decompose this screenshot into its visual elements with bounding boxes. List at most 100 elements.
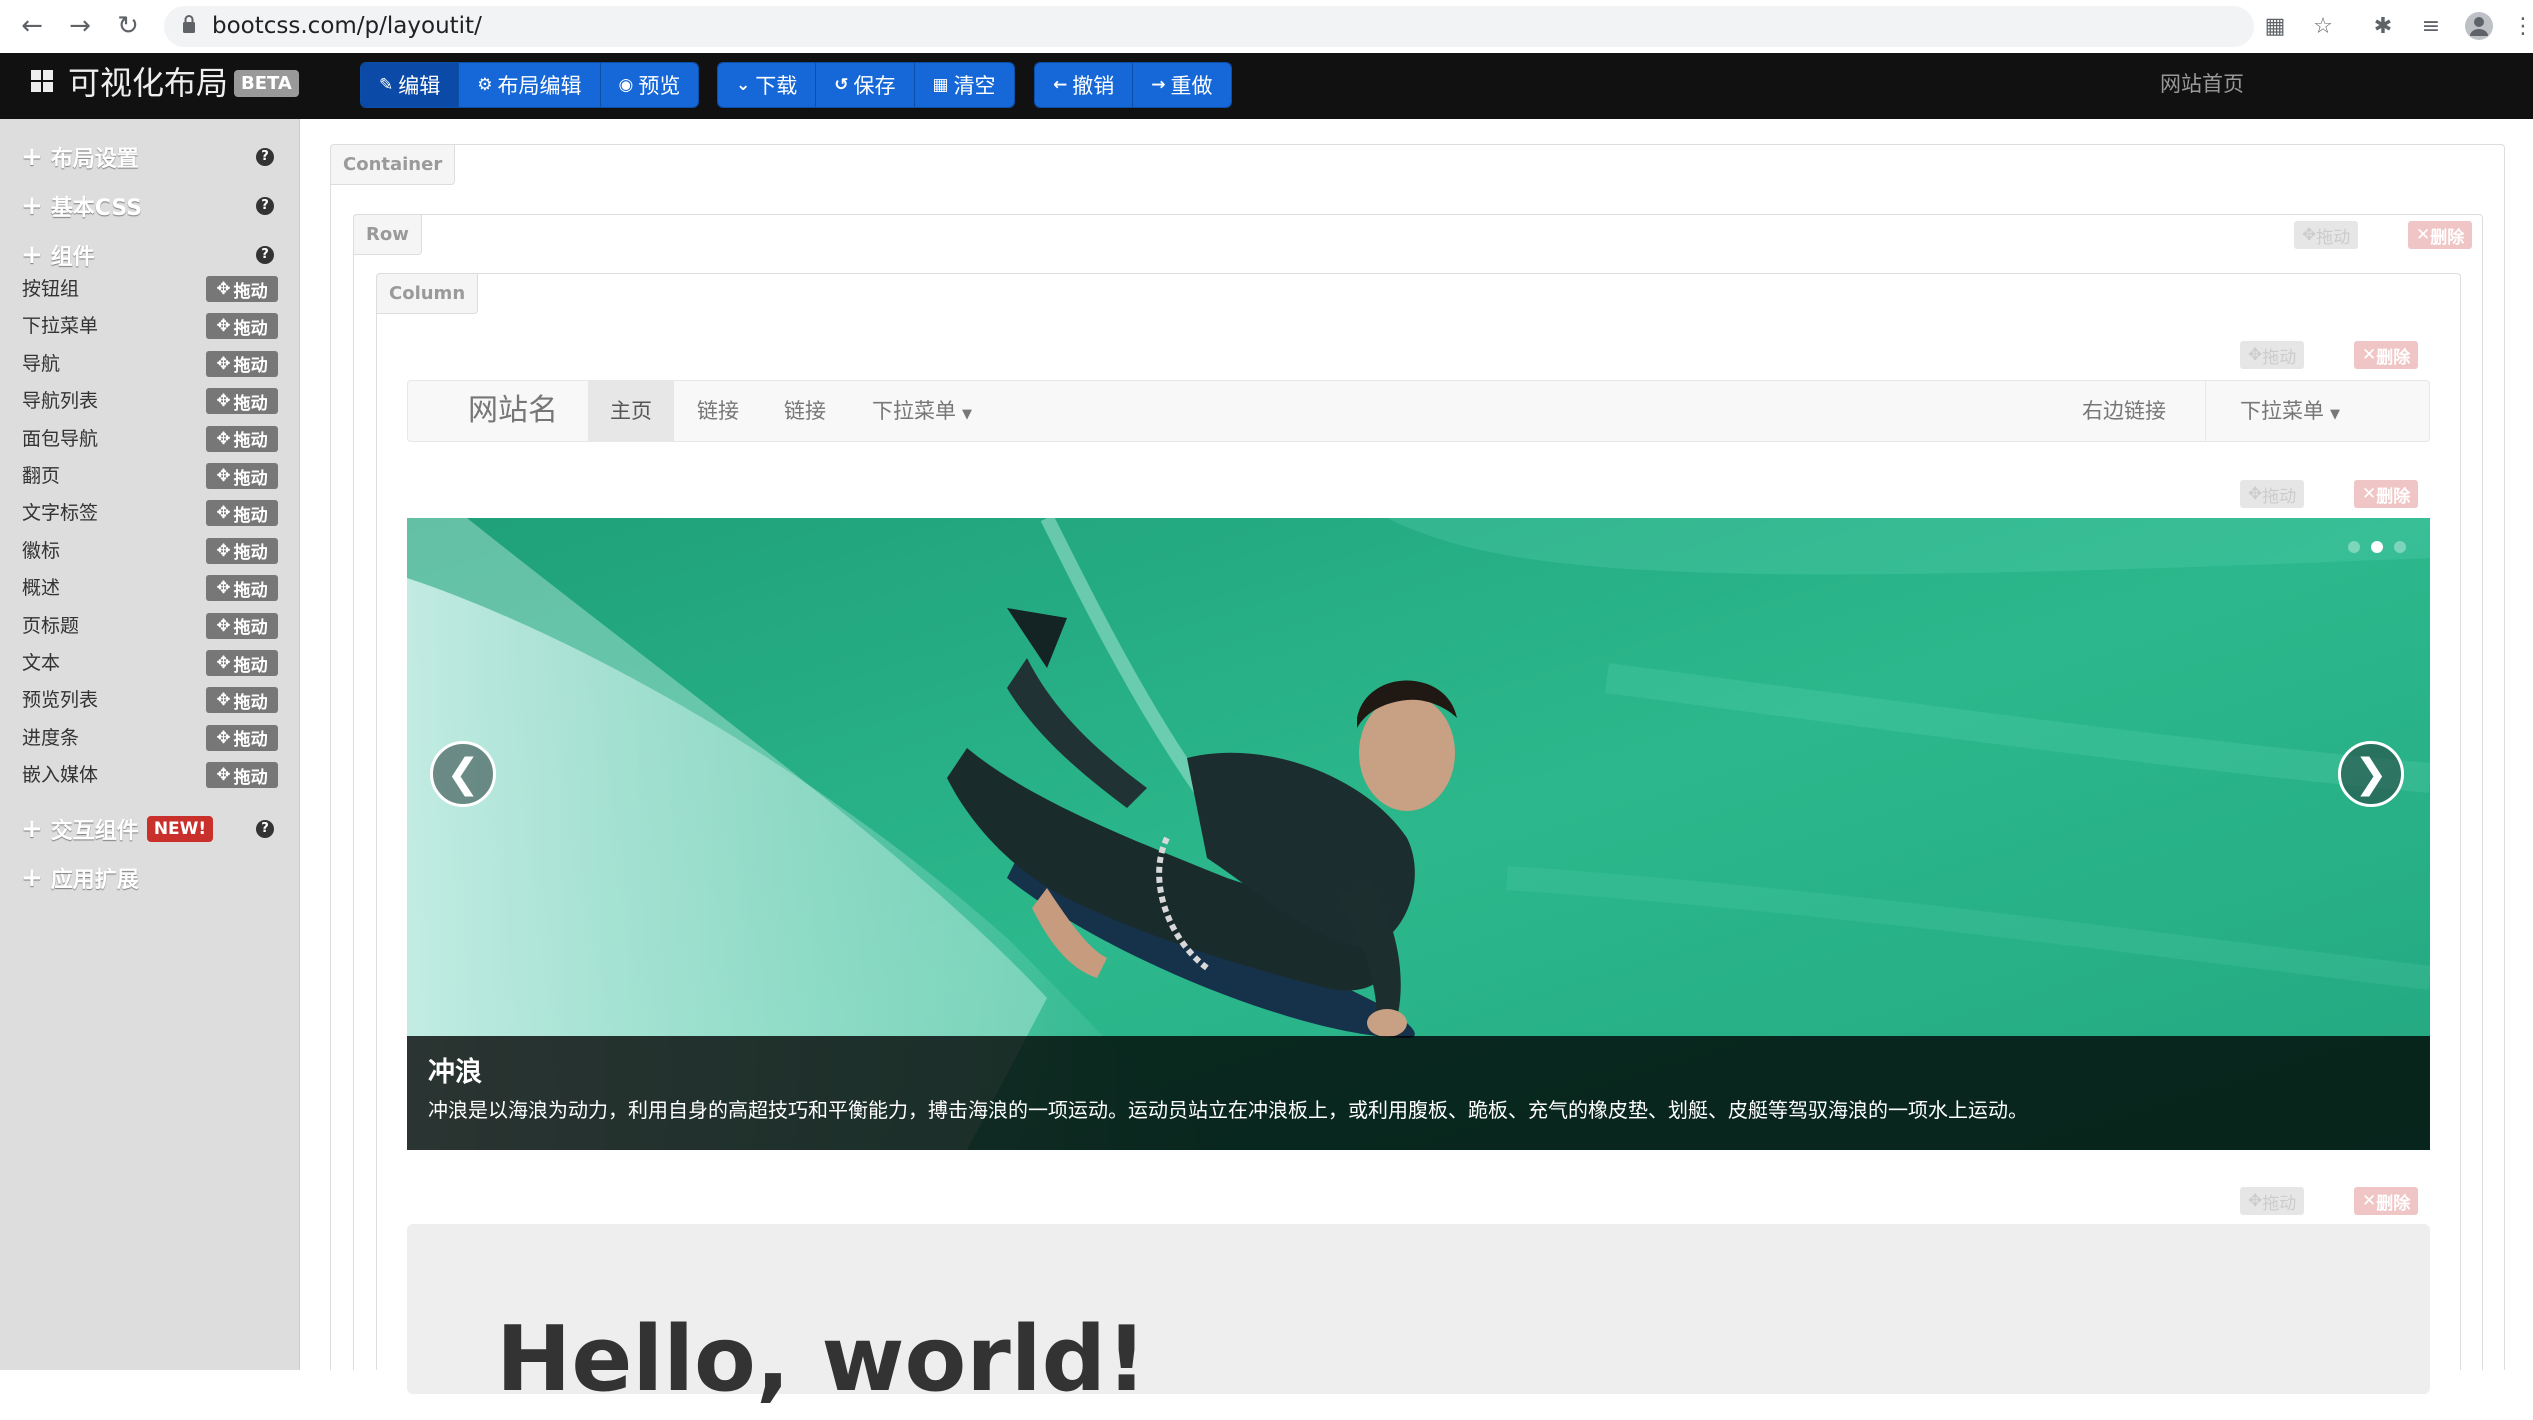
close-icon: ✕ bbox=[2362, 1191, 2377, 1211]
home-link[interactable]: 网站首页 bbox=[2160, 66, 2244, 102]
profile-avatar-icon[interactable] bbox=[2462, 9, 2496, 43]
component-item-label[interactable]: 概述 bbox=[22, 574, 60, 602]
component-item-label[interactable]: 徽标 bbox=[22, 537, 60, 565]
close-icon: ✕ bbox=[2362, 345, 2377, 365]
component-drag-handle[interactable]: ✥ 拖动 bbox=[206, 575, 278, 602]
jumbotron-delete-button[interactable]: ✕ 删除 bbox=[2354, 1187, 2419, 1215]
layout-edit-button[interactable]: ⚙ 布局编辑 bbox=[459, 63, 601, 107]
component-drag-handle[interactable]: ✥ 拖动 bbox=[206, 500, 278, 527]
preview-button[interactable]: ◉ 预览 bbox=[600, 63, 699, 107]
extensions-icon[interactable]: ✱ bbox=[2366, 9, 2400, 43]
component-item-label[interactable]: 导航列表 bbox=[22, 387, 98, 415]
component-item-label[interactable]: 面包导航 bbox=[22, 425, 98, 453]
help-icon[interactable]: ? bbox=[256, 246, 274, 264]
carousel-prev-button[interactable]: ❮ bbox=[430, 741, 496, 807]
component-item-label[interactable]: 嵌入媒体 bbox=[22, 761, 98, 789]
edit-button[interactable]: ✎ 编辑 bbox=[361, 63, 460, 107]
navbar-drag-button[interactable]: ✥ 拖动 bbox=[2240, 341, 2305, 369]
move-icon: ✥ bbox=[216, 428, 231, 449]
component-drag-handle[interactable]: ✥ 拖动 bbox=[206, 463, 278, 489]
undo-button[interactable]: ← 撤销 bbox=[1035, 63, 1134, 107]
plus-icon: + bbox=[21, 814, 43, 844]
carousel-indicator[interactable] bbox=[2394, 541, 2406, 553]
component-drag-handle[interactable]: ✥ 拖动 bbox=[206, 350, 278, 377]
reading-list-icon[interactable]: ≡ bbox=[2414, 9, 2448, 43]
close-icon: ✕ bbox=[2362, 484, 2377, 504]
carousel-next-button[interactable]: ❯ bbox=[2338, 741, 2404, 807]
demo-nav-dropdown[interactable]: 下拉菜单 ▼ bbox=[872, 393, 972, 433]
component-item-label[interactable]: 预览列表 bbox=[22, 686, 98, 714]
qr-code-icon[interactable]: ▦ bbox=[2258, 9, 2292, 43]
row-delete-button[interactable]: ✕ 删除 bbox=[2408, 221, 2473, 249]
move-icon: ✥ bbox=[216, 391, 231, 412]
carousel-delete-button[interactable]: ✕ 删除 bbox=[2354, 480, 2419, 508]
carousel-indicator[interactable] bbox=[2348, 541, 2360, 553]
close-icon: ✕ bbox=[2416, 225, 2431, 245]
component-drag-handle[interactable]: ✥ 拖动 bbox=[206, 724, 278, 751]
move-icon: ✥ bbox=[216, 466, 231, 486]
component-item-label[interactable]: 页标题 bbox=[22, 612, 79, 640]
help-icon[interactable]: ? bbox=[256, 197, 274, 215]
jumbotron-drag-button[interactable]: ✥ 拖动 bbox=[2240, 1187, 2305, 1215]
sidebar-section-interactive[interactable]: + 交互组件 NEW! bbox=[21, 812, 214, 846]
help-icon[interactable]: ? bbox=[256, 148, 274, 166]
component-item-label[interactable]: 导航 bbox=[22, 350, 60, 378]
carousel-caption bbox=[407, 1036, 2430, 1150]
sidebar-section-layout[interactable]: + 布局设置 bbox=[21, 140, 139, 174]
app-brand[interactable]: 可视化布局 bbox=[68, 63, 228, 103]
history-group: ← 撤销 → 重做 bbox=[1034, 62, 1232, 108]
move-icon: ✥ bbox=[216, 578, 231, 599]
clear-button[interactable]: ▦ 清空 bbox=[914, 63, 1014, 107]
component-item-label[interactable]: 翻页 bbox=[22, 462, 60, 490]
component-drag-handle[interactable]: ✥ 拖动 bbox=[206, 762, 278, 789]
trash-icon: ▦ bbox=[932, 75, 949, 95]
sidebar-section-css[interactable]: + 基本CSS bbox=[21, 189, 142, 223]
component-drag-handle[interactable]: ✥ 拖动 bbox=[206, 537, 278, 564]
component-drag-handle[interactable]: ✥ 拖动 bbox=[206, 313, 278, 340]
component-item-label[interactable]: 按钮组 bbox=[22, 275, 79, 303]
demo-nav-right-dropdown[interactable]: 下拉菜单 ▼ bbox=[2240, 393, 2340, 433]
component-drag-handle[interactable]: ✥ 拖动 bbox=[206, 650, 278, 676]
bookmark-star-icon[interactable]: ☆ bbox=[2306, 9, 2340, 43]
wrench-icon: ⚙ bbox=[477, 75, 493, 95]
chevron-down-icon: ⌄ bbox=[736, 75, 751, 95]
component-item-label[interactable]: 文本 bbox=[22, 649, 60, 677]
component-item-label[interactable]: 文字标签 bbox=[22, 499, 98, 527]
demo-nav-link-2[interactable]: 链接 bbox=[784, 393, 826, 429]
sidebar-section-components[interactable]: + 组件 bbox=[21, 238, 95, 272]
component-drag-handle[interactable]: ✥ 拖动 bbox=[206, 425, 278, 452]
demo-nav-home[interactable]: 主页 bbox=[610, 393, 652, 429]
new-badge: NEW! bbox=[146, 816, 214, 842]
back-icon[interactable]: ← bbox=[14, 8, 50, 44]
component-drag-handle[interactable]: ✥ 拖动 bbox=[206, 276, 278, 302]
redo-button[interactable]: → 重做 bbox=[1133, 63, 1231, 107]
arrow-left-icon: ← bbox=[1053, 75, 1068, 95]
url-text[interactable]: bootcss.com/p/layoutit/ bbox=[212, 10, 482, 42]
component-item-label[interactable]: 进度条 bbox=[22, 724, 79, 752]
component-item-label[interactable]: 下拉菜单 bbox=[22, 312, 98, 340]
browser-menu-icon[interactable]: ⋮ bbox=[2506, 9, 2533, 43]
demo-navbar-brand[interactable]: 网站名 bbox=[468, 390, 558, 432]
move-icon: ✥ bbox=[216, 540, 231, 561]
demo-nav-right-link[interactable]: 右边链接 bbox=[2082, 393, 2166, 429]
move-icon: ✥ bbox=[216, 279, 231, 299]
move-icon: ✥ bbox=[216, 765, 231, 786]
move-icon: ✥ bbox=[216, 653, 231, 673]
carousel-indicator-active[interactable] bbox=[2371, 541, 2383, 553]
reload-icon[interactable]: ↻ bbox=[110, 8, 146, 44]
sidebar-section-extensions[interactable]: + 应用扩展 bbox=[21, 861, 139, 895]
move-icon: ✥ bbox=[216, 503, 231, 524]
download-button[interactable]: ⌄ 下载 bbox=[718, 63, 817, 107]
carousel-caption-text: 冲浪是以海浪为动力，利用自身的高超技巧和平衡能力，搏击海浪的一项运动。运动员站立… bbox=[428, 1098, 2028, 1122]
component-drag-handle[interactable]: ✥ 拖动 bbox=[206, 612, 278, 639]
save-button[interactable]: ↺ 保存 bbox=[816, 63, 915, 107]
demo-nav-link-1[interactable]: 链接 bbox=[697, 393, 739, 429]
navbar-delete-button[interactable]: ✕ 删除 bbox=[2354, 341, 2419, 369]
help-icon[interactable]: ? bbox=[256, 820, 274, 838]
carousel-drag-button[interactable]: ✥ 拖动 bbox=[2240, 480, 2305, 508]
component-drag-handle[interactable]: ✥ 拖动 bbox=[206, 388, 278, 415]
file-actions-group: ⌄ 下载 ↺ 保存 ▦ 清空 bbox=[717, 62, 1015, 108]
forward-icon[interactable]: → bbox=[62, 8, 98, 44]
component-drag-handle[interactable]: ✥ 拖动 bbox=[206, 687, 278, 714]
row-drag-button[interactable]: ✥ 拖动 bbox=[2294, 221, 2359, 249]
